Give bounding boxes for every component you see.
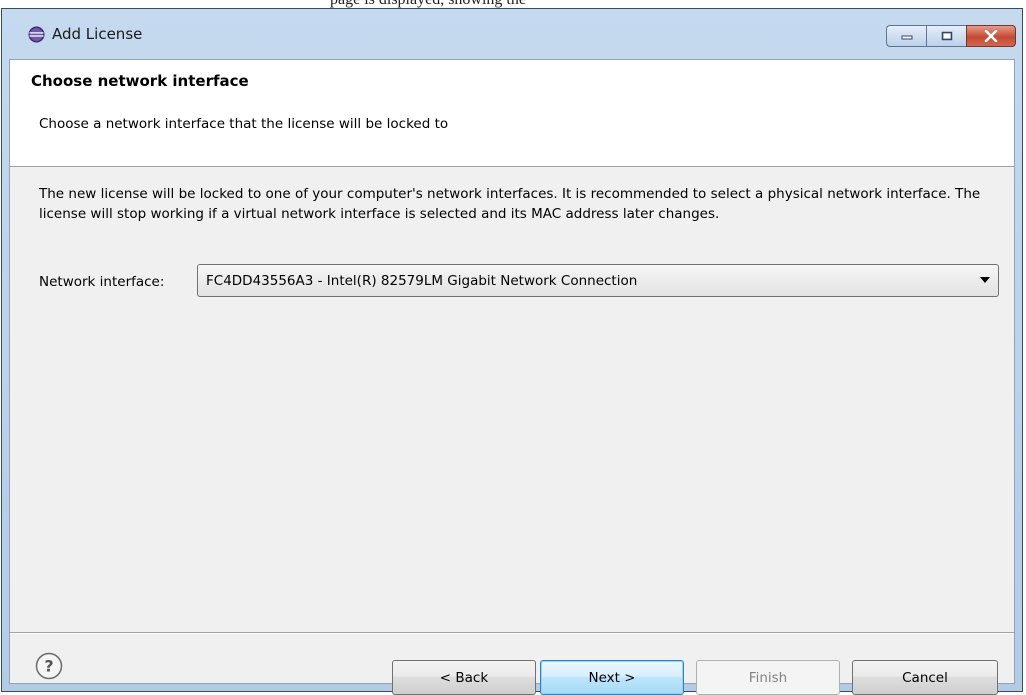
cancel-button[interactable]: Cancel bbox=[852, 660, 998, 695]
button-bar-separator bbox=[10, 632, 1014, 634]
network-interface-dropdown[interactable]: FC4DD43556A3 - Intel(R) 82579LM Gigabit … bbox=[197, 264, 999, 297]
eclipse-icon bbox=[28, 26, 45, 43]
next-button[interactable]: Next > bbox=[540, 660, 684, 695]
minimize-button[interactable] bbox=[886, 25, 926, 47]
wizard-header: Choose network interface Choose a networ… bbox=[10, 60, 1014, 167]
page-title: Choose network interface bbox=[31, 72, 249, 90]
window-controls bbox=[886, 25, 1016, 47]
close-icon bbox=[984, 30, 998, 42]
instruction-text: The new license will be locked to one of… bbox=[39, 186, 981, 222]
svg-text:?: ? bbox=[44, 657, 53, 676]
maximize-button[interactable] bbox=[926, 25, 966, 47]
window-title: Add License bbox=[52, 25, 143, 43]
maximize-icon bbox=[941, 31, 952, 41]
title-bar: Add License bbox=[2, 9, 1022, 59]
minimize-icon bbox=[901, 35, 912, 40]
caption-fragment: page is displayed, showing the bbox=[0, 0, 1026, 8]
help-icon[interactable]: ? bbox=[35, 652, 63, 680]
finish-button[interactable]: Finish bbox=[696, 660, 840, 695]
chevron-down-icon bbox=[980, 277, 990, 283]
add-license-dialog: Add License Choose network interface Cho… bbox=[1, 8, 1023, 695]
caption-text: page is displayed, showing the bbox=[330, 0, 526, 8]
network-interface-value: FC4DD43556A3 - Intel(R) 82579LM Gigabit … bbox=[206, 273, 638, 289]
back-button[interactable]: < Back bbox=[392, 660, 536, 695]
close-button[interactable] bbox=[966, 25, 1016, 47]
page-description: Choose a network interface that the lice… bbox=[39, 116, 449, 132]
dialog-content: Choose network interface Choose a networ… bbox=[9, 59, 1015, 695]
network-interface-label: Network interface: bbox=[39, 274, 165, 290]
